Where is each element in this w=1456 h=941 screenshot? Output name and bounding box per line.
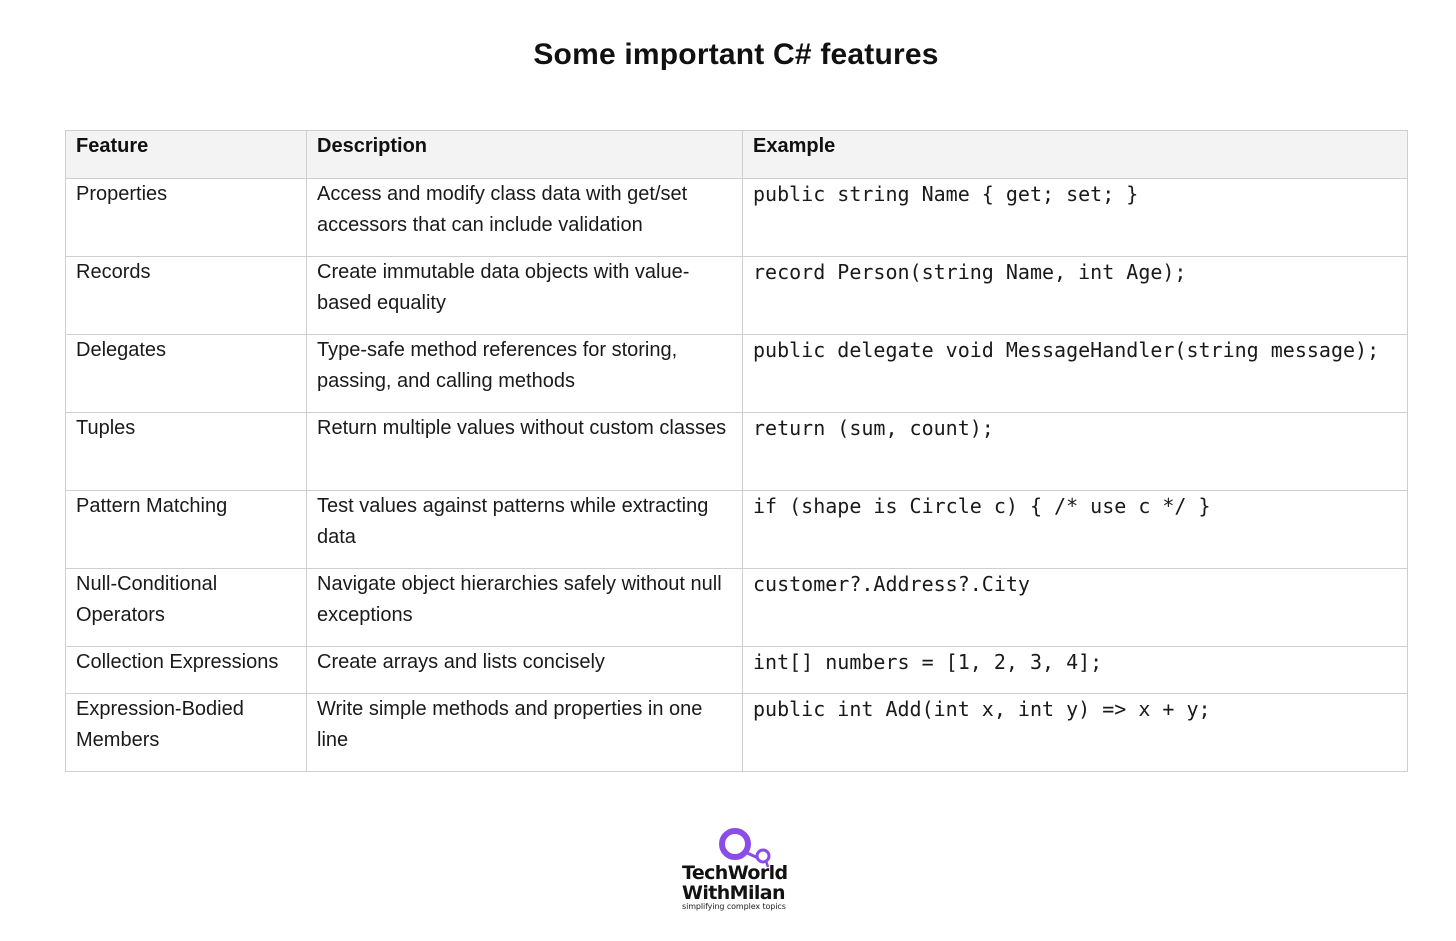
example-code-cell: int[] numbers = [1, 2, 3, 4]; [742,646,1408,694]
logo-tagline: simplifying complex topics [682,902,786,911]
description-cell: Create immutable data objects with value… [306,256,743,335]
feature-cell: Delegates [65,334,307,413]
table-row: Properties Access and modify class data … [65,178,1408,257]
logo-brand-line-2: WithMilan [682,882,786,904]
table-row: Delegates Type-safe method references fo… [65,334,1408,413]
example-code-cell: customer?.Address?.City [742,568,1408,647]
example-code-cell: public string Name { get; set; } [742,178,1408,257]
table-row: Records Create immutable data objects wi… [65,256,1408,335]
table-row: Expression-Bodied Members Write simple m… [65,693,1408,772]
logo-brand-line-1: TechWorld [682,862,788,884]
table-row: Tuples Return multiple values without cu… [65,412,1408,491]
table-row: Null-Conditional Operators Navigate obje… [65,568,1408,647]
table-row: Collection Expressions Create arrays and… [65,646,1408,694]
description-cell: Access and modify class data with get/se… [306,178,743,257]
column-header-description: Description [306,130,743,179]
example-code-cell: public int Add(int x, int y) => x + y; [742,693,1408,772]
table-header-row: Feature Description Example [65,130,1408,179]
table-row: Pattern Matching Test values against pat… [65,490,1408,569]
feature-cell: Records [65,256,307,335]
feature-cell: Pattern Matching [65,490,307,569]
page-title: Some important C# features [533,38,939,71]
description-cell: Write simple methods and properties in o… [306,693,743,772]
column-header-example: Example [742,130,1408,179]
feature-cell: Expression-Bodied Members [65,693,307,772]
example-code-cell: if (shape is Circle c) { /* use c */ } [742,490,1408,569]
feature-cell: Properties [65,178,307,257]
column-header-feature: Feature [65,130,307,179]
techworld-logo: TechWorld WithMilan simplifying complex … [676,826,796,916]
description-cell: Test values against patterns while extra… [306,490,743,569]
example-code-cell: public delegate void MessageHandler(stri… [742,334,1408,413]
example-code-cell: return (sum, count); [742,412,1408,491]
description-cell: Navigate object hierarchies safely witho… [306,568,743,647]
description-cell: Type-safe method references for storing,… [306,334,743,413]
example-code-cell: record Person(string Name, int Age); [742,256,1408,335]
description-cell: Create arrays and lists concisely [306,646,743,694]
feature-cell: Tuples [65,412,307,491]
feature-cell: Null-Conditional Operators [65,568,307,647]
description-cell: Return multiple values without custom cl… [306,412,743,491]
feature-cell: Collection Expressions [65,646,307,694]
features-table: Feature Description Example Properties A… [65,130,1408,772]
